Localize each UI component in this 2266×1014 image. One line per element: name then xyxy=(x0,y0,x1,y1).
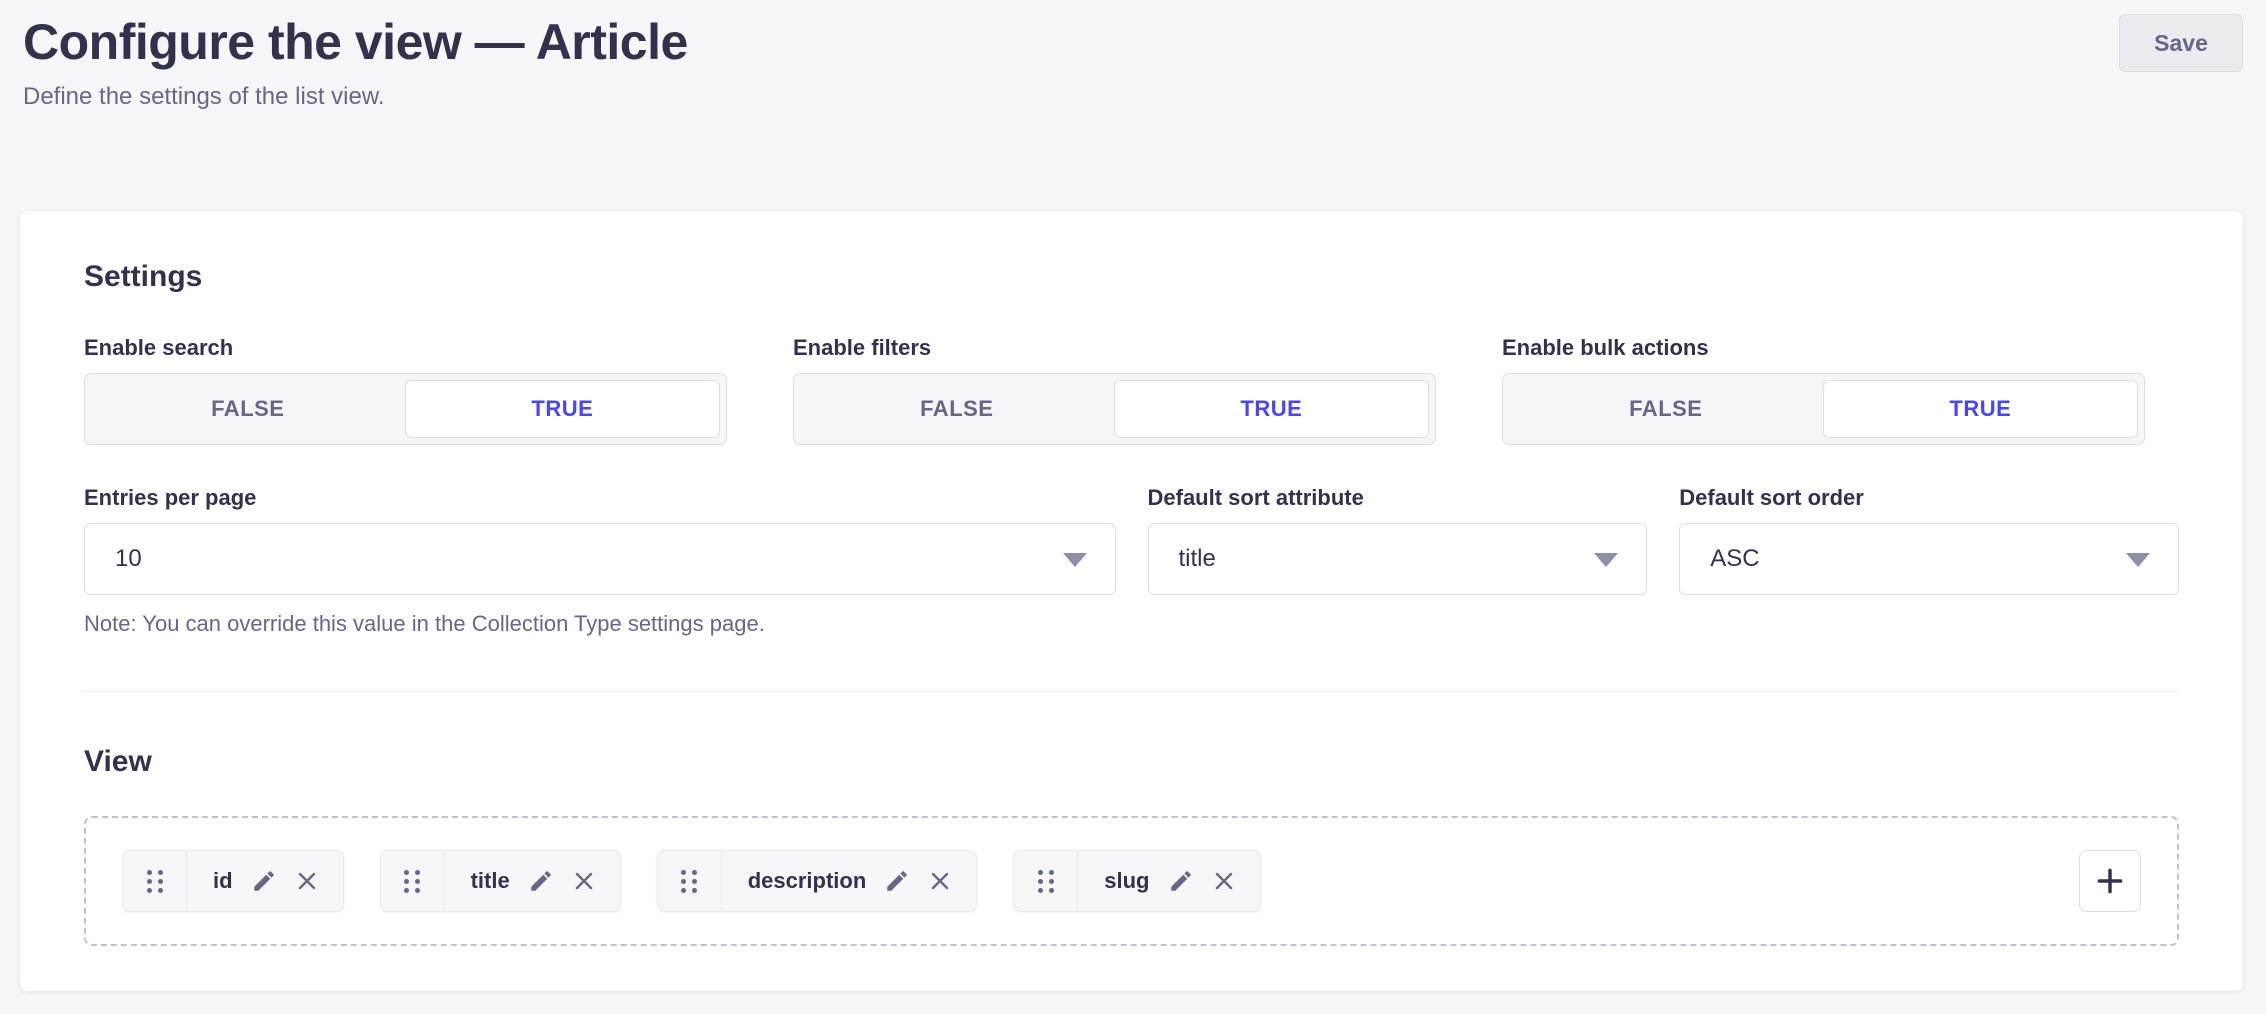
enable-filters-toggle[interactable]: FALSE TRUE xyxy=(793,373,1436,445)
chevron-down-icon xyxy=(2126,553,2150,567)
default-sort-order-value: ASC xyxy=(1710,545,1759,573)
enable-bulk-actions-toggle[interactable]: FALSE TRUE xyxy=(1502,373,2145,445)
field-default-sort-order: Default sort order ASC xyxy=(1679,485,2179,637)
field-entries-per-page: Entries per page 10 Note: You can overri… xyxy=(84,485,1116,637)
field-chip-label: title xyxy=(471,868,510,894)
field-default-sort-attribute: Default sort attribute title xyxy=(1148,485,1648,637)
enable-bulk-actions-false-option[interactable]: FALSE xyxy=(1509,380,1823,438)
pencil-icon xyxy=(1168,868,1194,894)
section-divider xyxy=(84,691,2179,692)
plus-icon xyxy=(2094,865,2126,897)
enable-bulk-actions-label: Enable bulk actions xyxy=(1502,335,2179,361)
entries-per-page-value: 10 xyxy=(115,545,142,573)
field-chip-label: id xyxy=(213,868,233,894)
page-subtitle: Define the settings of the list view. xyxy=(23,82,2243,112)
default-sort-order-select[interactable]: ASC xyxy=(1679,523,2179,595)
pencil-icon xyxy=(884,868,910,894)
enable-search-label: Enable search xyxy=(84,335,761,361)
remove-field-button[interactable] xyxy=(928,869,952,893)
edit-field-button[interactable] xyxy=(251,868,277,894)
drag-handle-icon[interactable] xyxy=(123,851,187,911)
save-button[interactable]: Save xyxy=(2119,14,2243,72)
field-enable-bulk-actions: Enable bulk actions FALSE TRUE xyxy=(1502,335,2179,445)
default-sort-order-label: Default sort order xyxy=(1679,485,2179,511)
pencil-icon xyxy=(251,868,277,894)
add-field-button[interactable] xyxy=(2079,850,2141,912)
enable-search-toggle[interactable]: FALSE TRUE xyxy=(84,373,727,445)
drag-handle-icon[interactable] xyxy=(658,851,722,911)
page-title: Configure the view — Article xyxy=(23,12,2243,72)
entries-per-page-label: Entries per page xyxy=(84,485,1116,511)
pencil-icon xyxy=(528,868,554,894)
close-icon xyxy=(572,869,596,893)
entries-per-page-select[interactable]: 10 xyxy=(84,523,1116,595)
field-chip-id[interactable]: id xyxy=(122,850,344,912)
view-heading: View xyxy=(84,744,2179,780)
settings-card: Settings Enable search FALSE TRUE Enable… xyxy=(20,211,2243,991)
default-sort-attribute-label: Default sort attribute xyxy=(1148,485,1648,511)
field-chip-label: slug xyxy=(1104,868,1149,894)
settings-heading: Settings xyxy=(84,259,2179,295)
enable-filters-true-option[interactable]: TRUE xyxy=(1114,380,1430,438)
default-sort-attribute-select[interactable]: title xyxy=(1148,523,1648,595)
field-chip-slug[interactable]: slug xyxy=(1013,850,1260,912)
close-icon xyxy=(928,869,952,893)
enable-filters-false-option[interactable]: FALSE xyxy=(800,380,1114,438)
field-chip-description[interactable]: description xyxy=(657,850,978,912)
edit-field-button[interactable] xyxy=(1168,868,1194,894)
drag-handle-icon[interactable] xyxy=(381,851,445,911)
edit-field-button[interactable] xyxy=(528,868,554,894)
close-icon xyxy=(1212,869,1236,893)
field-chip-label: description xyxy=(748,868,867,894)
remove-field-button[interactable] xyxy=(295,869,319,893)
edit-field-button[interactable] xyxy=(884,868,910,894)
field-enable-filters: Enable filters FALSE TRUE xyxy=(793,335,1470,445)
close-icon xyxy=(295,869,319,893)
page-header: Configure the view — Article Define the … xyxy=(0,0,2266,112)
remove-field-button[interactable] xyxy=(572,869,596,893)
remove-field-button[interactable] xyxy=(1212,869,1236,893)
enable-search-false-option[interactable]: FALSE xyxy=(91,380,405,438)
drag-handle-icon[interactable] xyxy=(1014,851,1078,911)
field-enable-search: Enable search FALSE TRUE xyxy=(84,335,761,445)
settings-grid: Enable search FALSE TRUE Enable filters … xyxy=(84,335,2179,637)
enable-search-true-option[interactable]: TRUE xyxy=(405,380,721,438)
enable-bulk-actions-true-option[interactable]: TRUE xyxy=(1823,380,2139,438)
chevron-down-icon xyxy=(1594,553,1618,567)
default-sort-attribute-value: title xyxy=(1179,545,1216,573)
entries-per-page-note: Note: You can override this value in the… xyxy=(84,611,1116,637)
displayed-fields-list: id title xyxy=(84,816,2179,946)
chevron-down-icon xyxy=(1063,553,1087,567)
enable-filters-label: Enable filters xyxy=(793,335,1470,361)
field-chip-title[interactable]: title xyxy=(380,850,621,912)
